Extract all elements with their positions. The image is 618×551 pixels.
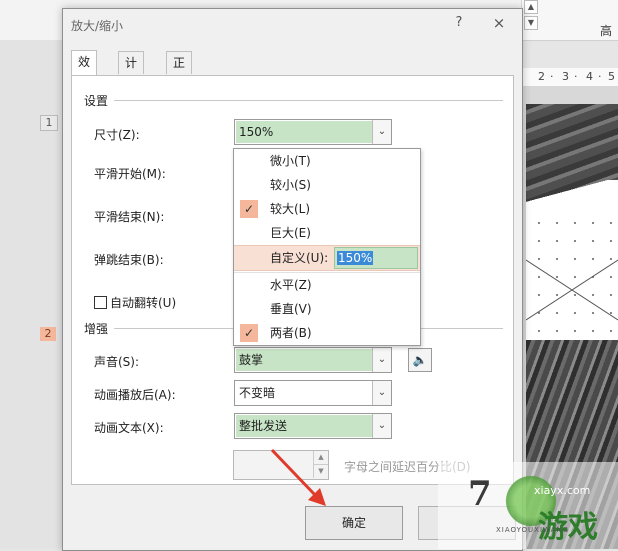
tab-effect[interactable]: 效果 (71, 50, 98, 91)
speaker-icon[interactable]: 🔈 (408, 348, 432, 372)
option-label: 两者(B) (270, 326, 312, 340)
smooth-end-label: 平滑结束(N): (94, 210, 165, 224)
slide-placeholder[interactable] (526, 210, 618, 340)
checkmark-icon: ✓ (240, 324, 258, 342)
chevron-down-icon[interactable]: ⌄ (372, 120, 391, 144)
ruler-tick: 2 (538, 70, 546, 83)
size-option-larger[interactable]: ✓ 较大(L) (234, 197, 420, 221)
settings-divider (114, 100, 503, 101)
sound-label: 声音(S): (94, 355, 140, 369)
after-animation-label: 动画播放后(A): (94, 388, 176, 402)
red-arrow-annotation (270, 448, 326, 506)
placeholder-cross (526, 259, 618, 321)
custom-size-value[interactable]: 150% (337, 251, 374, 265)
size-option-both[interactable]: ✓ 两者(B) (234, 321, 420, 345)
ruler-tick: 4 (586, 70, 594, 83)
autoreverse-checkbox[interactable]: 自动翻转(U) (94, 294, 176, 311)
settings-group-label: 设置 (84, 94, 109, 108)
tab-text-animation[interactable]: 正文文本动画 (166, 51, 193, 180)
smooth-start-label: 平滑开始(M): (94, 167, 166, 181)
slide-number-1[interactable]: 1 (40, 115, 58, 131)
custom-size-input[interactable]: 150% (334, 247, 418, 269)
chevron-down-icon[interactable]: ⌄ (372, 348, 391, 372)
watermark-mark: 7 (468, 474, 492, 514)
chevron-down-icon[interactable]: ⌄ (372, 414, 391, 438)
watermark-sub: XIAOYOUXIWANG (496, 526, 570, 534)
after-animation-value[interactable]: 不变暗 (236, 382, 373, 404)
option-label: 自定义(U): (270, 251, 329, 265)
ruler-tick: 5 (608, 70, 616, 83)
dialog-title: 放大/缩小 (71, 19, 124, 33)
size-option-custom[interactable]: 自定义(U): 150% (234, 245, 420, 271)
ruler-tick: · (598, 70, 603, 83)
option-label: 巨大(E) (270, 226, 311, 240)
ruler-tick: · (574, 70, 579, 83)
animate-text-value[interactable]: 整批发送 (236, 415, 373, 437)
checkmark-icon: ✓ (240, 200, 258, 218)
watermark: 7 xiayx.com 游戏 XIAOYOUXIWANG (438, 462, 618, 549)
size-combo[interactable]: 150% ⌄ (234, 119, 392, 145)
size-combo-value[interactable]: 150% (236, 121, 373, 143)
slide-photo-edge (526, 180, 618, 210)
bounce-end-label: 弹跳结束(B): (94, 253, 164, 267)
option-label: 较小(S) (270, 178, 311, 192)
after-animation-combo[interactable]: 不变暗 ⌄ (234, 380, 392, 406)
size-option-huge[interactable]: 巨大(E) (234, 221, 420, 245)
size-option-vertical[interactable]: 垂直(V) (234, 297, 420, 321)
option-label: 微小(T) (270, 154, 311, 168)
size-option-tiny[interactable]: 微小(T) (234, 149, 420, 173)
size-option-horizontal[interactable]: 水平(Z) (234, 273, 420, 297)
option-label: 较大(L) (270, 202, 311, 216)
slide-number-2[interactable]: 2 (40, 327, 56, 341)
tab-timing[interactable]: 计时 (118, 51, 145, 92)
size-option-smaller[interactable]: 较小(S) (234, 173, 420, 197)
ribbon-right-label: 高 (599, 24, 612, 38)
size-dropdown-list: 微小(T) 较小(S) ✓ 较大(L) 巨大(E) 自定义(U): 150% 水… (233, 148, 421, 346)
checkbox-box[interactable] (94, 296, 107, 309)
enhance-group-label: 增强 (84, 322, 109, 336)
scroll-up-icon[interactable]: ▲ (524, 0, 538, 14)
animate-text-combo[interactable]: 整批发送 ⌄ (234, 413, 392, 439)
watermark-url: xiayx.com (534, 484, 591, 497)
watermark-text: 游戏 (538, 510, 598, 545)
close-icon[interactable]: × (489, 13, 509, 33)
ruler-tick: 3 (562, 70, 570, 83)
animate-text-label: 动画文本(X): (94, 421, 164, 435)
sound-combo[interactable]: 鼓掌 ⌄ (234, 347, 392, 373)
option-label: 垂直(V) (270, 302, 312, 316)
ruler-tick: · (550, 70, 555, 83)
autoreverse-label: 自动翻转(U) (110, 296, 177, 310)
size-label: 尺寸(Z): (94, 128, 140, 142)
scroll-down-icon[interactable]: ▼ (524, 16, 538, 30)
help-icon[interactable]: ? (449, 13, 469, 33)
ribbon-right-panel: ▲ ▼ 高 (521, 0, 618, 40)
chevron-down-icon[interactable]: ⌄ (372, 381, 391, 405)
sound-combo-value[interactable]: 鼓掌 (236, 349, 373, 371)
option-label: 水平(Z) (270, 278, 312, 292)
horizontal-ruler: 2 · 3 · 4 · 5 (520, 68, 618, 87)
